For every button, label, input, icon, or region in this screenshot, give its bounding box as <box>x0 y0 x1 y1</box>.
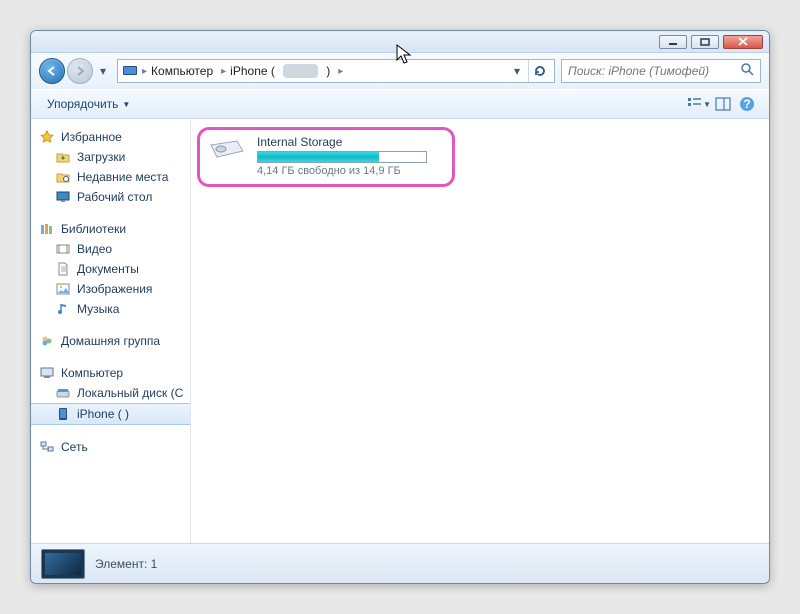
explorer-window: ▾ ▸Компьютер ▸iPhone ( ) ▸ ▾ Упорядочить <box>30 30 770 584</box>
sidebar-item-label: Музыка <box>77 302 119 316</box>
sidebar-item-downloads[interactable]: Загрузки <box>31 147 190 167</box>
navigation-pane: Избранное Загрузки Недавние места Рабочи… <box>31 119 191 543</box>
drive-title: Internal Storage <box>257 135 445 149</box>
star-icon <box>39 129 55 145</box>
sidebar-group-homegroup[interactable]: Домашняя группа <box>31 331 190 351</box>
phone-icon <box>55 406 71 422</box>
sidebar-group-label: Домашняя группа <box>61 334 160 348</box>
address-dropdown[interactable]: ▾ <box>506 60 528 82</box>
sidebar-group-libraries[interactable]: Библиотеки <box>31 219 190 239</box>
sidebar-item-iphone[interactable]: iPhone ( ) <box>31 403 190 425</box>
sidebar-group-label: Библиотеки <box>61 222 126 236</box>
address-bar[interactable]: ▸Компьютер ▸iPhone ( ) ▸ ▾ <box>117 59 555 83</box>
recent-icon <box>55 169 71 185</box>
main-pane[interactable]: Internal Storage 4,14 ГБ свободно из 14,… <box>191 119 769 543</box>
titlebar <box>31 31 769 53</box>
sidebar-item-music[interactable]: Музыка <box>31 299 190 319</box>
breadcrumb-segment[interactable]: ▸ <box>334 60 347 82</box>
status-text: Элемент: 1 <box>95 557 157 571</box>
sidebar-item-pictures[interactable]: Изображения <box>31 279 190 299</box>
music-icon <box>55 301 71 317</box>
document-icon <box>55 261 71 277</box>
command-bar: Упорядочить ▼ ▼ ? <box>31 89 769 119</box>
folder-icon <box>55 149 71 165</box>
pictures-icon <box>55 281 71 297</box>
sidebar-item-videos[interactable]: Видео <box>31 239 190 259</box>
device-icon <box>122 63 138 79</box>
sidebar-group-computer[interactable]: Компьютер <box>31 363 190 383</box>
sidebar-item-label: iPhone ( ) <box>77 407 129 421</box>
organize-menu[interactable]: Упорядочить ▼ <box>41 93 136 115</box>
navigation-bar: ▾ ▸Компьютер ▸iPhone ( ) ▸ ▾ <box>31 53 769 89</box>
forward-button[interactable] <box>67 58 93 84</box>
status-thumbnail <box>41 549 85 579</box>
drive-capacity-fill <box>258 152 379 162</box>
network-icon <box>39 439 55 455</box>
help-button[interactable]: ? <box>735 93 759 115</box>
sidebar-item-label: Локальный диск (C <box>77 386 183 400</box>
storage-icon <box>207 135 247 165</box>
computer-icon <box>39 365 55 381</box>
history-dropdown[interactable]: ▾ <box>95 60 111 82</box>
refresh-button[interactable] <box>528 60 550 82</box>
sidebar-item-label: Видео <box>77 242 112 256</box>
sidebar-item-label: Документы <box>77 262 139 276</box>
sidebar-item-label: Загрузки <box>77 150 125 164</box>
search-input[interactable] <box>568 64 737 78</box>
sidebar-group-network[interactable]: Сеть <box>31 437 190 457</box>
drive-free-text: 4,14 ГБ свободно из 14,9 ГБ <box>257 165 445 177</box>
homegroup-icon <box>39 333 55 349</box>
maximize-button[interactable] <box>691 35 719 49</box>
sidebar-item-localdisk[interactable]: Локальный диск (C <box>31 383 190 403</box>
search-icon <box>741 63 754 79</box>
content-body: Избранное Загрузки Недавние места Рабочи… <box>31 119 769 543</box>
close-button[interactable] <box>723 35 763 49</box>
view-options-button[interactable]: ▼ <box>687 93 711 115</box>
organize-label: Упорядочить <box>47 97 118 111</box>
svg-text:?: ? <box>743 97 750 111</box>
video-icon <box>55 241 71 257</box>
sidebar-item-label: Рабочий стол <box>77 190 152 204</box>
sidebar-group-label: Компьютер <box>61 366 123 380</box>
breadcrumb-segment[interactable]: ▸iPhone ( ) <box>217 60 334 82</box>
sidebar-group-favorites[interactable]: Избранное <box>31 127 190 147</box>
sidebar-item-label: Изображения <box>77 282 152 296</box>
sidebar-item-label: Недавние места <box>77 170 168 184</box>
minimize-button[interactable] <box>659 35 687 49</box>
preview-pane-button[interactable] <box>711 93 735 115</box>
desktop-icon <box>55 189 71 205</box>
status-bar: Элемент: 1 <box>31 543 769 583</box>
sidebar-item-recent[interactable]: Недавние места <box>31 167 190 187</box>
drive-icon <box>55 385 71 401</box>
libraries-icon <box>39 221 55 237</box>
sidebar-item-documents[interactable]: Документы <box>31 259 190 279</box>
breadcrumb-segment[interactable]: ▸Компьютер <box>138 60 217 82</box>
back-button[interactable] <box>39 58 65 84</box>
breadcrumb-label: iPhone ( <box>230 64 275 78</box>
drive-item[interactable]: Internal Storage 4,14 ГБ свободно из 14,… <box>207 135 445 177</box>
sidebar-group-label: Сеть <box>61 440 88 454</box>
breadcrumb-label: Компьютер <box>151 64 213 78</box>
sidebar-group-label: Избранное <box>61 130 122 144</box>
drive-capacity-bar <box>257 151 427 163</box>
search-box[interactable] <box>561 59 761 83</box>
sidebar-item-desktop[interactable]: Рабочий стол <box>31 187 190 207</box>
